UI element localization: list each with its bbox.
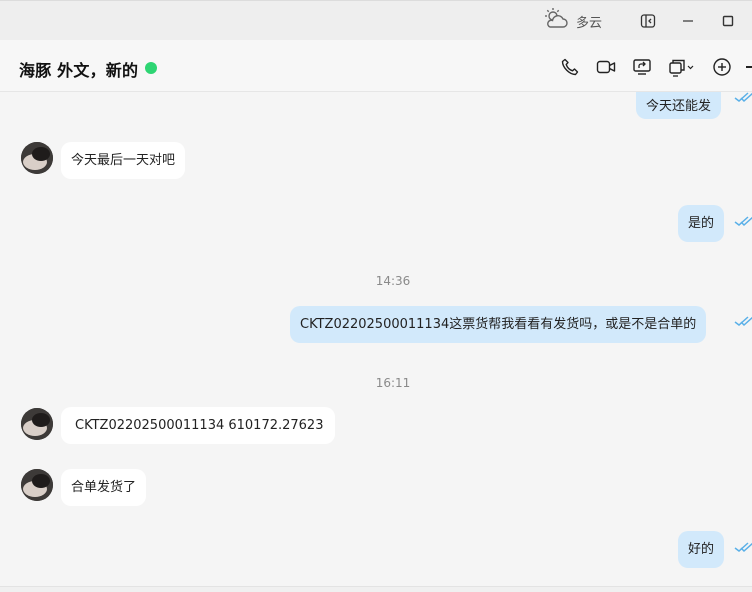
- message-timestamp: 14:36: [375, 274, 411, 288]
- composer-divider: [0, 586, 752, 592]
- online-status-dot: [145, 62, 157, 74]
- minimize-button[interactable]: [676, 9, 700, 33]
- message-bubble-incoming[interactable]: 今天最后一天对吧: [61, 142, 186, 179]
- maximize-icon: [722, 15, 734, 27]
- more-icon-edge[interactable]: [746, 66, 752, 68]
- read-receipt-icon: [734, 316, 752, 327]
- message-bubble-incoming[interactable]: 合单发货了: [61, 469, 147, 506]
- sidebar-toggle-icon: [640, 14, 656, 28]
- chat-header: 海豚 外文，新的: [0, 40, 752, 92]
- window-titlebar: 多云: [0, 0, 752, 40]
- read-receipt-icon: [734, 216, 752, 227]
- message-bubble-outgoing[interactable]: 是的: [678, 205, 725, 242]
- avatar[interactable]: [21, 408, 53, 440]
- weather-text: 多云: [576, 15, 603, 31]
- read-receipt-icon: [734, 542, 752, 553]
- message-timestamp: 16:11: [375, 376, 411, 390]
- chat-title[interactable]: 海豚 外文，新的: [19, 57, 138, 81]
- video-icon[interactable]: [595, 56, 617, 78]
- sidebar-toggle-button[interactable]: [636, 9, 660, 33]
- maximize-button[interactable]: [716, 9, 740, 33]
- message-bubble-outgoing[interactable]: CKTZ02202500011134这票货帮我看看有发货吗，或是不是合单的: [290, 306, 707, 343]
- add-icon[interactable]: [711, 56, 733, 78]
- message-bubble-incoming[interactable]: CKTZ02202500011134 610172.27623: [61, 407, 336, 444]
- multi-window-icon[interactable]: [668, 56, 696, 78]
- minimize-icon: [683, 20, 693, 22]
- screen-share-icon[interactable]: [631, 56, 653, 78]
- phone-icon[interactable]: [559, 56, 581, 78]
- message-list[interactable]: 今天还能发 今天最后一天对吧 是的 14:36 CKTZ022025000111…: [0, 92, 752, 586]
- read-receipt-icon: [734, 92, 752, 103]
- cloudy-sun-icon: [542, 7, 570, 35]
- message-bubble-outgoing[interactable]: 好的: [678, 531, 725, 568]
- avatar[interactable]: [21, 142, 53, 174]
- avatar[interactable]: [21, 469, 53, 501]
- weather-widget[interactable]: 多云: [542, 7, 603, 35]
- message-bubble-outgoing[interactable]: 今天还能发: [636, 92, 722, 119]
